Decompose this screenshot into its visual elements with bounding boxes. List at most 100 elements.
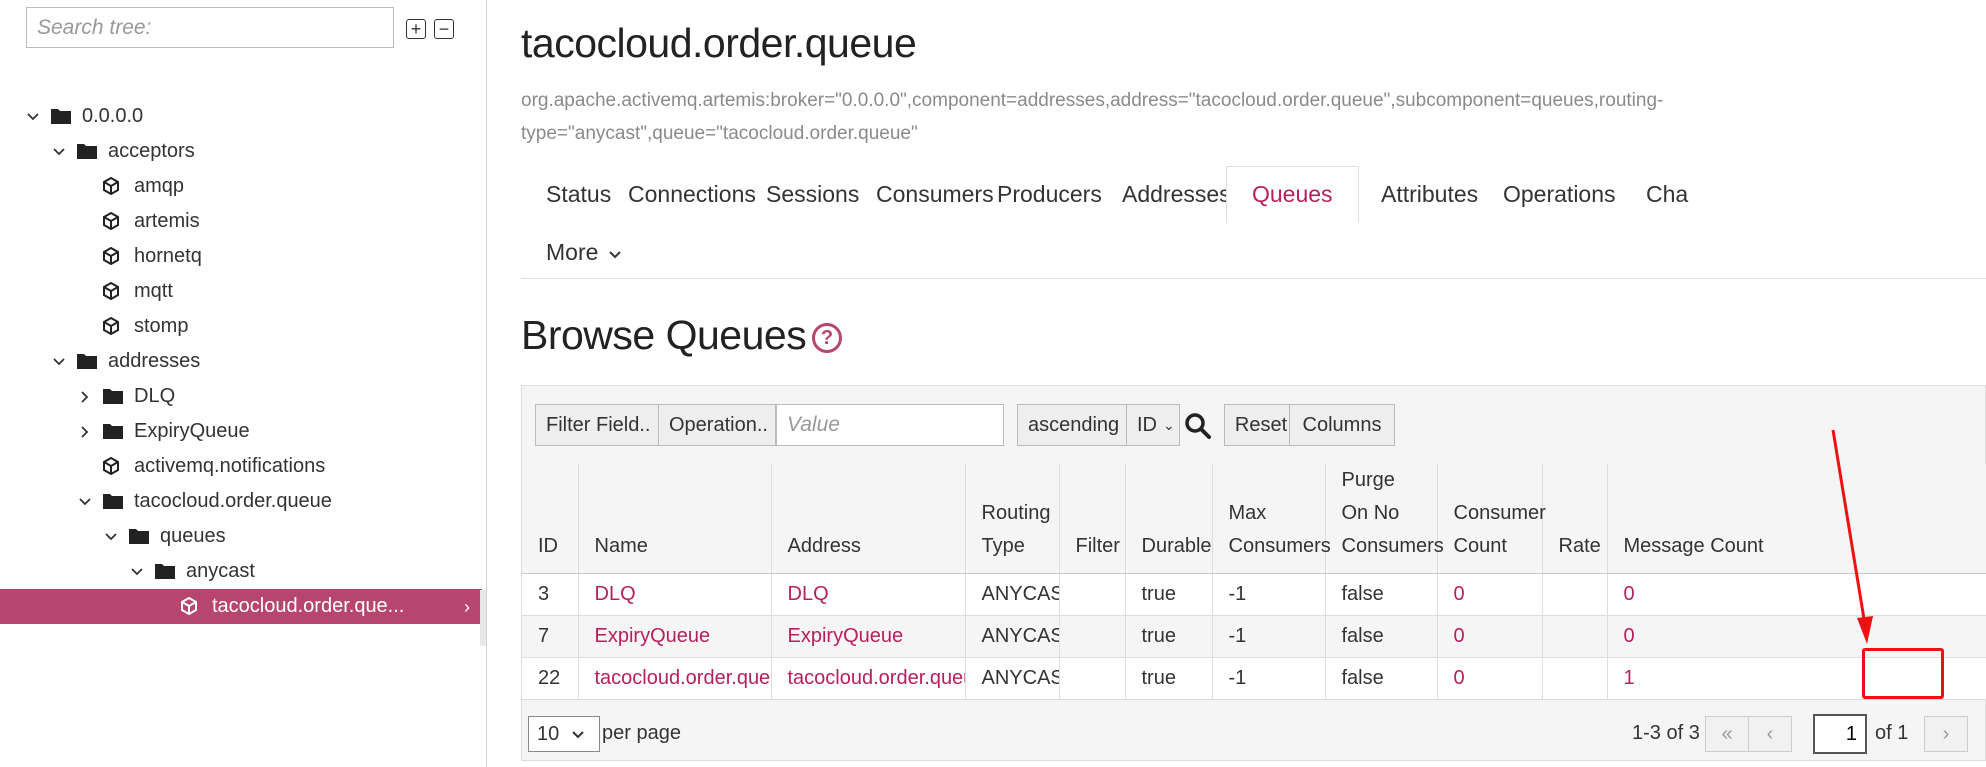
address-link[interactable]: tacocloud.order.queue [788, 667, 965, 689]
per-page-label: per page [602, 722, 681, 744]
tree-node[interactable]: hornetq [0, 239, 486, 274]
address-link[interactable]: ExpiryQueue [788, 625, 904, 647]
chevron-right-icon: › [1942, 722, 1950, 745]
column-header[interactable]: Routing Type [965, 464, 1060, 574]
folder-icon [102, 422, 124, 440]
annotation-highlight-box [1862, 648, 1944, 699]
tree-node[interactable]: tacocloud.order.queue [0, 484, 486, 519]
name-link[interactable]: DLQ [595, 583, 636, 605]
chevron-down-icon [571, 723, 585, 746]
sort-field-select[interactable]: ID ⌄ [1126, 404, 1180, 446]
next-page-button[interactable]: › [1924, 716, 1968, 752]
cell-durable: true [1125, 573, 1213, 616]
help-icon[interactable]: ? [812, 323, 842, 353]
filter-value-input[interactable] [776, 404, 1004, 446]
tree-node-label: artemis [134, 210, 200, 232]
tree-node[interactable]: artemis [0, 204, 486, 239]
tree-node[interactable]: DLQ [0, 379, 486, 414]
folder-icon [76, 352, 98, 370]
cube-icon [180, 597, 198, 615]
consumers-link[interactable]: 0 [1454, 583, 1465, 605]
tree-node[interactable]: acceptors [0, 134, 486, 169]
cell-purge: false [1325, 657, 1438, 700]
tree-node[interactable]: addresses [0, 344, 486, 379]
cell-filter [1059, 657, 1126, 700]
tab-more[interactable]: More [521, 224, 647, 280]
tree-node[interactable]: 0.0.0.0 [0, 99, 486, 134]
address-link[interactable]: DLQ [788, 583, 829, 605]
consumers-link[interactable]: 0 [1454, 625, 1465, 647]
tree-node[interactable]: mqtt [0, 274, 486, 309]
previous-page-button[interactable]: ‹ [1748, 716, 1792, 752]
column-header[interactable]: Name [578, 464, 772, 574]
tree-node[interactable]: amqp [0, 169, 486, 204]
tree-node[interactable]: tacocloud.order.que... › [0, 589, 482, 624]
table-row: 3 DLQ DLQ ANYCAST true-1false 0 0 [522, 573, 1986, 616]
tab-cha[interactable]: Cha [1621, 166, 1713, 222]
cell-routing: ANYCAST [965, 657, 1060, 700]
column-header[interactable]: Message Count [1607, 464, 1986, 574]
column-header[interactable]: Max Consumers [1212, 464, 1331, 574]
chevron-down-icon[interactable] [52, 355, 66, 369]
chevron-down-icon[interactable] [104, 530, 118, 544]
cell-routing: ANYCAST [965, 573, 1060, 616]
cell-consumers: 0 [1437, 657, 1543, 700]
tree-node[interactable]: queues [0, 519, 486, 554]
per-page-select[interactable]: 10 [528, 716, 600, 752]
double-chevron-left-icon: « [1721, 722, 1733, 745]
cell-rate [1542, 657, 1608, 700]
chevron-down-icon[interactable] [26, 110, 40, 124]
cell-filter [1059, 615, 1126, 658]
reset-button[interactable]: Reset [1224, 404, 1298, 446]
cube-icon [102, 212, 120, 230]
column-header[interactable]: Purge On No Consumers [1325, 464, 1444, 574]
sort-order-select[interactable]: ascending ⌄ [1017, 404, 1137, 446]
tree-node-label: tacocloud.order.queue [134, 490, 332, 512]
operation-select[interactable]: Operation.. ⌄ [658, 404, 786, 446]
name-link[interactable]: tacocloud.order.queue [595, 667, 771, 689]
chevron-down-icon [608, 239, 622, 266]
search-icon[interactable] [1184, 412, 1214, 442]
per-page-value: 10 [537, 722, 560, 745]
cell-address: tacocloud.order.queue [771, 657, 966, 700]
expand-all-button[interactable]: + [406, 19, 426, 39]
tree-node[interactable]: stomp [0, 309, 486, 344]
tree-node[interactable]: activemq.notifications [0, 449, 486, 484]
chevron-right-icon[interactable] [78, 425, 92, 439]
cell-rate [1542, 573, 1608, 616]
cell-filter [1059, 573, 1126, 616]
consumers-link[interactable]: 0 [1454, 667, 1465, 689]
folder-icon [102, 492, 124, 510]
column-header[interactable]: Durable [1125, 464, 1213, 574]
tree-node-label: acceptors [108, 140, 195, 162]
tree-node[interactable]: anycast [0, 554, 486, 589]
column-header[interactable]: Filter [1059, 464, 1126, 574]
cell-messages: 0 [1607, 573, 1986, 616]
chevron-right-icon[interactable] [78, 390, 92, 404]
tab-operations[interactable]: Operations [1478, 166, 1641, 222]
chevron-down-icon[interactable] [52, 145, 66, 159]
column-header[interactable]: ID [522, 464, 579, 574]
column-header[interactable]: Rate [1542, 464, 1608, 574]
columns-button[interactable]: Columns [1289, 404, 1395, 446]
messages-link[interactable]: 1 [1624, 667, 1635, 689]
column-header[interactable]: Consumer Count [1437, 464, 1546, 574]
messages-link[interactable]: 0 [1624, 625, 1635, 647]
tab-queues[interactable]: Queues [1226, 166, 1359, 223]
chevron-down-icon[interactable] [78, 495, 92, 509]
chevron-down-icon[interactable] [130, 565, 144, 579]
tree-node-label: addresses [108, 350, 201, 372]
name-link[interactable]: ExpiryQueue [595, 625, 711, 647]
collapse-all-button[interactable]: − [434, 19, 454, 39]
cell-name: ExpiryQueue [578, 615, 772, 658]
filter-toolbar: Filter Field.. ⌄ Operation.. ⌄ ascending… [522, 386, 1985, 464]
queues-table: ID Name Address Routing Type Filter Durable Ma… [522, 464, 1986, 700]
search-tree-input[interactable] [26, 7, 394, 48]
filter-field-select[interactable]: Filter Field.. ⌄ [535, 404, 668, 446]
column-header[interactable]: Address [771, 464, 966, 574]
current-page-input[interactable] [1813, 714, 1867, 754]
tree-node[interactable]: ExpiryQueue [0, 414, 486, 449]
messages-link[interactable]: 0 [1624, 583, 1635, 605]
first-page-button[interactable]: « [1705, 716, 1749, 752]
cube-icon [102, 177, 120, 195]
